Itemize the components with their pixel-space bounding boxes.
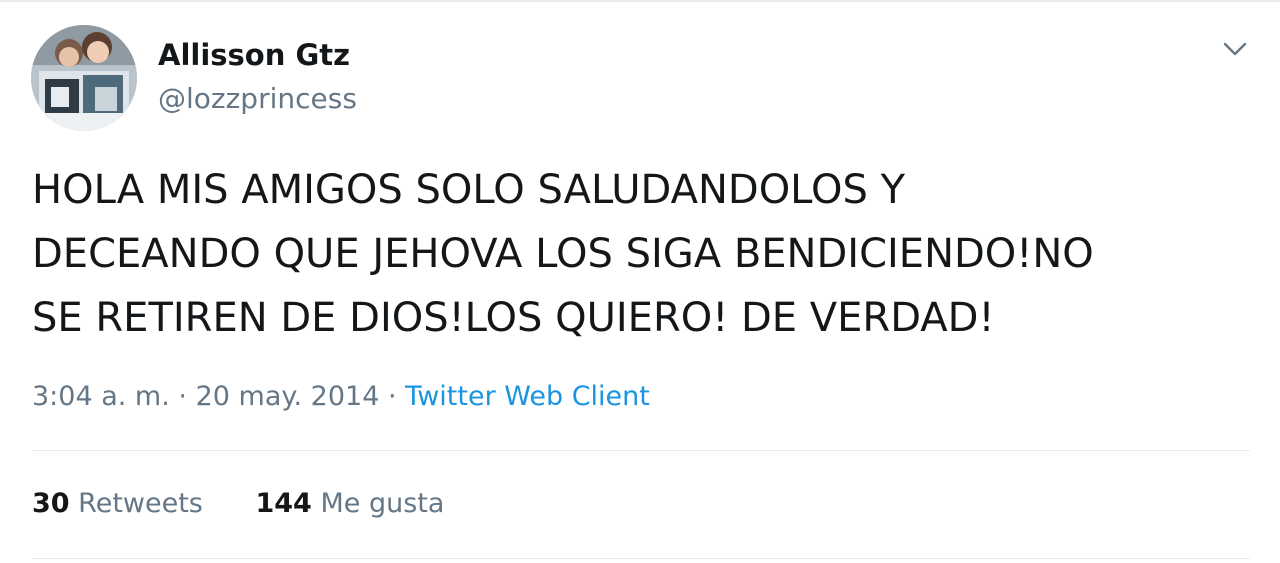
retweets-count: 30 <box>32 488 70 519</box>
top-divider <box>0 0 1280 2</box>
retweets-label: Retweets <box>78 488 203 519</box>
tweet-text-line: DECEANDO QUE JEHOVA LOS SIGA BENDICIENDO… <box>32 231 1094 277</box>
tweet-date[interactable]: 20 may. 2014 <box>196 381 380 412</box>
tweet-meta: 3:04 a. m. · 20 may. 2014 · Twitter Web … <box>32 381 650 412</box>
chevron-down-icon <box>1223 42 1247 56</box>
meta-separator: · <box>178 381 187 412</box>
tweet-text: HOLA MIS AMIGOS SOLO SALUDANDOLOS Y DECE… <box>32 158 1262 350</box>
tweet-menu-button[interactable] <box>1218 36 1252 64</box>
meta-separator: · <box>387 381 397 412</box>
avatar-photo <box>31 25 137 131</box>
avatar[interactable] <box>31 25 137 131</box>
likes-count: 144 <box>255 488 312 519</box>
tweet-source-link[interactable]: Twitter Web Client <box>405 381 650 412</box>
display-name[interactable]: Allisson Gtz <box>158 38 350 72</box>
user-handle[interactable]: @lozzprincess <box>158 82 357 115</box>
likes-label: Me gusta <box>320 488 445 519</box>
divider <box>32 450 1250 451</box>
tweet-stats: 30 Retweets 144 Me gusta <box>32 488 444 519</box>
tweet-card: Allisson Gtz @lozzprincess HOLA MIS AMIG… <box>0 0 1280 563</box>
tweet-text-line: SE RETIREN DE DIOS!LOS QUIERO! DE VERDAD… <box>32 295 995 341</box>
likes-stat[interactable]: 144 Me gusta <box>255 488 444 519</box>
tweet-time[interactable]: 3:04 a. m. <box>32 381 170 412</box>
tweet-text-line: HOLA MIS AMIGOS SOLO SALUDANDOLOS Y <box>32 167 906 213</box>
retweets-stat[interactable]: 30 Retweets <box>32 488 203 519</box>
divider <box>32 558 1250 559</box>
